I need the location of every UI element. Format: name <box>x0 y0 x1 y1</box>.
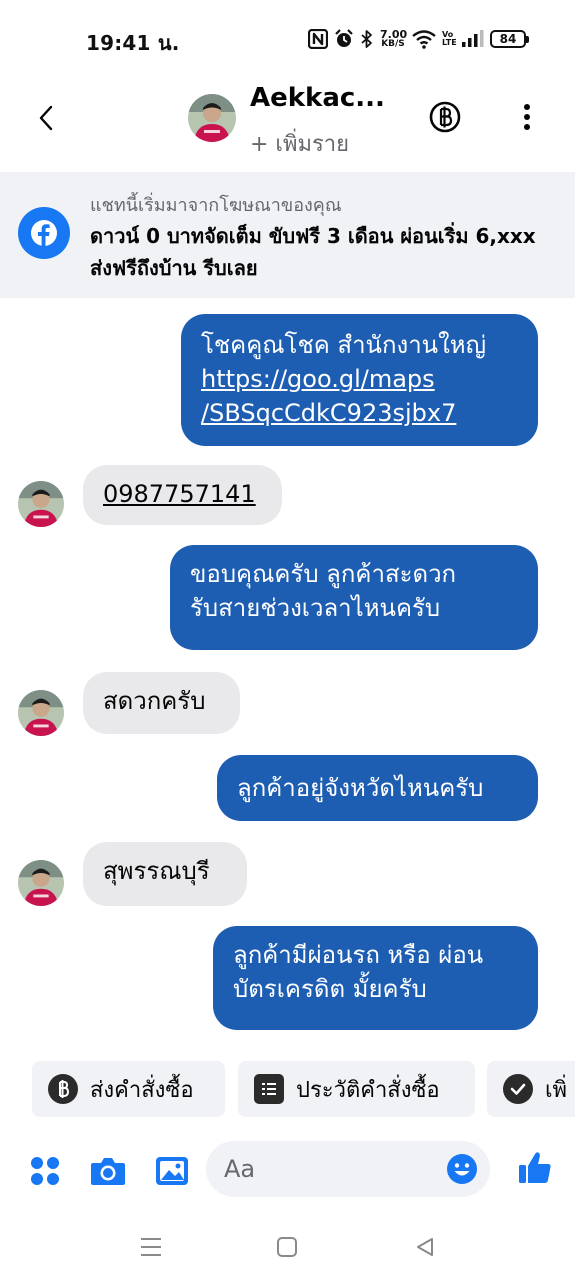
gallery-button[interactable] <box>153 1152 191 1190</box>
apps-button[interactable] <box>26 1152 64 1190</box>
more-vertical-icon <box>524 104 530 130</box>
signal-icon <box>462 30 484 47</box>
volte-bottom: LTE <box>442 38 457 47</box>
message-link[interactable]: https://goo.gl/maps <box>201 362 518 396</box>
message-text: ลูกค้ามีผ่อนรถ หรือ ผ่อน <box>233 941 484 969</box>
chip-label: ส่งคำสั่งซื้อ <box>90 1077 194 1103</box>
message-bubble-outgoing[interactable]: โชคคูณโชค สำนักงานใหญ่ https://goo.gl/ma… <box>181 314 538 446</box>
sender-avatar[interactable] <box>18 690 64 736</box>
status-time: 19:41 น. <box>86 31 180 55</box>
facebook-icon <box>18 207 70 259</box>
check-circle-icon <box>503 1074 533 1104</box>
net-speed-unit: KB/S <box>381 39 405 49</box>
ad-source-text: แชทนี้เริ่มมาจากโฆษณาของคุณ <box>90 195 342 216</box>
emoji-button[interactable] <box>446 1153 478 1185</box>
ad-origin-banner[interactable]: แชทนี้เริ่มมาจากโฆษณาของคุณ ดาวน์ 0 บาทจ… <box>0 172 575 298</box>
sender-avatar[interactable] <box>18 860 64 906</box>
quick-actions-row: ส่งคำสั่งซื้อ ประวัติคำสั่งซื้อ เพิ่ <box>0 1056 575 1122</box>
back-triangle-icon <box>417 1238 433 1256</box>
nfc-icon <box>308 29 328 49</box>
apps-grid-icon <box>31 1157 59 1185</box>
camera-button[interactable] <box>89 1152 127 1190</box>
baht-icon <box>429 101 461 133</box>
receipt-icon <box>254 1074 284 1104</box>
message-text: ลูกค้าอยู่จังหวัดไหนครับ <box>237 774 484 802</box>
recent-apps-button[interactable] <box>136 1232 166 1262</box>
gallery-icon <box>156 1157 188 1185</box>
back-nav-button[interactable] <box>410 1232 440 1262</box>
home-button[interactable] <box>272 1232 302 1262</box>
wifi-icon <box>412 30 436 49</box>
message-bubble-incoming[interactable]: สุพรรณบุรี <box>83 842 247 906</box>
chevron-left-icon <box>39 105 53 131</box>
message-link[interactable]: /SBSqcCdkC923sjbx7 <box>201 396 518 430</box>
baht-icon <box>48 1074 78 1104</box>
add-member-link[interactable]: + เพิ่มราย <box>250 126 349 161</box>
send-order-chip[interactable]: ส่งคำสั่งซื้อ <box>32 1061 225 1117</box>
battery-indicator: 84 <box>490 30 529 48</box>
alarm-icon <box>335 29 353 47</box>
like-button[interactable] <box>515 1148 555 1188</box>
chip-label: เพิ่ <box>545 1077 568 1103</box>
back-button[interactable] <box>28 100 64 136</box>
message-text: โชคคูณโชค สำนักงานใหญ่ <box>201 331 487 359</box>
battery-level: 84 <box>499 32 517 46</box>
message-bubble-outgoing[interactable]: ลูกค้าอยู่จังหวัดไหนครับ <box>217 755 538 821</box>
ad-text: ดาวน์ 0 บาทจัดเต็ม ขับฟรี 3 เดือน ผ่อนเร… <box>90 224 536 280</box>
status-bar: 19:41 น. 7.00 KB/S Vo LTE 84 <box>0 0 575 78</box>
emoji-icon <box>447 1154 477 1184</box>
contact-name[interactable]: Aekkac... <box>250 83 385 113</box>
message-bubble-outgoing[interactable]: ลูกค้ามีผ่อนรถ หรือ ผ่อน บัตรเครดิต มั้ย… <box>213 926 538 1030</box>
order-history-chip[interactable]: ประวัติคำสั่งซื้อ <box>238 1061 475 1117</box>
third-action-chip[interactable]: เพิ่ <box>487 1061 575 1117</box>
home-square-icon <box>277 1237 297 1257</box>
chat-header: Aekkac... + เพิ่มราย <box>0 78 575 172</box>
thumbs-up-icon <box>519 1152 551 1183</box>
payment-button[interactable] <box>428 100 462 134</box>
menu-icon <box>141 1238 161 1256</box>
message-text: สดวกครับ <box>103 687 206 715</box>
chip-label: ประวัติคำสั่งซื้อ <box>296 1077 440 1103</box>
message-text: สุพรรณบุรี <box>103 857 210 885</box>
status-icons: 7.00 KB/S Vo LTE 84 <box>308 24 529 54</box>
sender-avatar[interactable] <box>18 481 64 527</box>
camera-icon <box>91 1158 125 1185</box>
message-bubble-outgoing[interactable]: ขอบคุณครับ ลูกค้าสะดวก รับสายช่วงเวลาไหน… <box>170 545 538 650</box>
message-bubble-incoming[interactable]: 0987757141 <box>83 465 282 525</box>
message-text: บัตรเครดิต มั้ยครับ <box>233 975 427 1003</box>
system-nav-bar <box>0 1210 575 1280</box>
message-input-box[interactable] <box>206 1141 490 1197</box>
message-text: รับสายช่วงเวลาไหนครับ <box>190 594 441 622</box>
volte-indicator: Vo LTE <box>442 31 457 47</box>
more-options-button[interactable] <box>512 100 542 134</box>
message-input[interactable] <box>224 1149 424 1189</box>
phone-number-link[interactable]: 0987757141 <box>103 480 256 508</box>
message-text: ขอบคุณครับ ลูกค้าสะดวก <box>190 560 457 588</box>
message-bubble-incoming[interactable]: สดวกครับ <box>83 672 240 734</box>
message-composer <box>0 1130 575 1210</box>
contact-avatar[interactable] <box>188 94 236 142</box>
network-speed: 7.00 KB/S <box>380 29 407 49</box>
bluetooth-icon <box>361 30 372 48</box>
